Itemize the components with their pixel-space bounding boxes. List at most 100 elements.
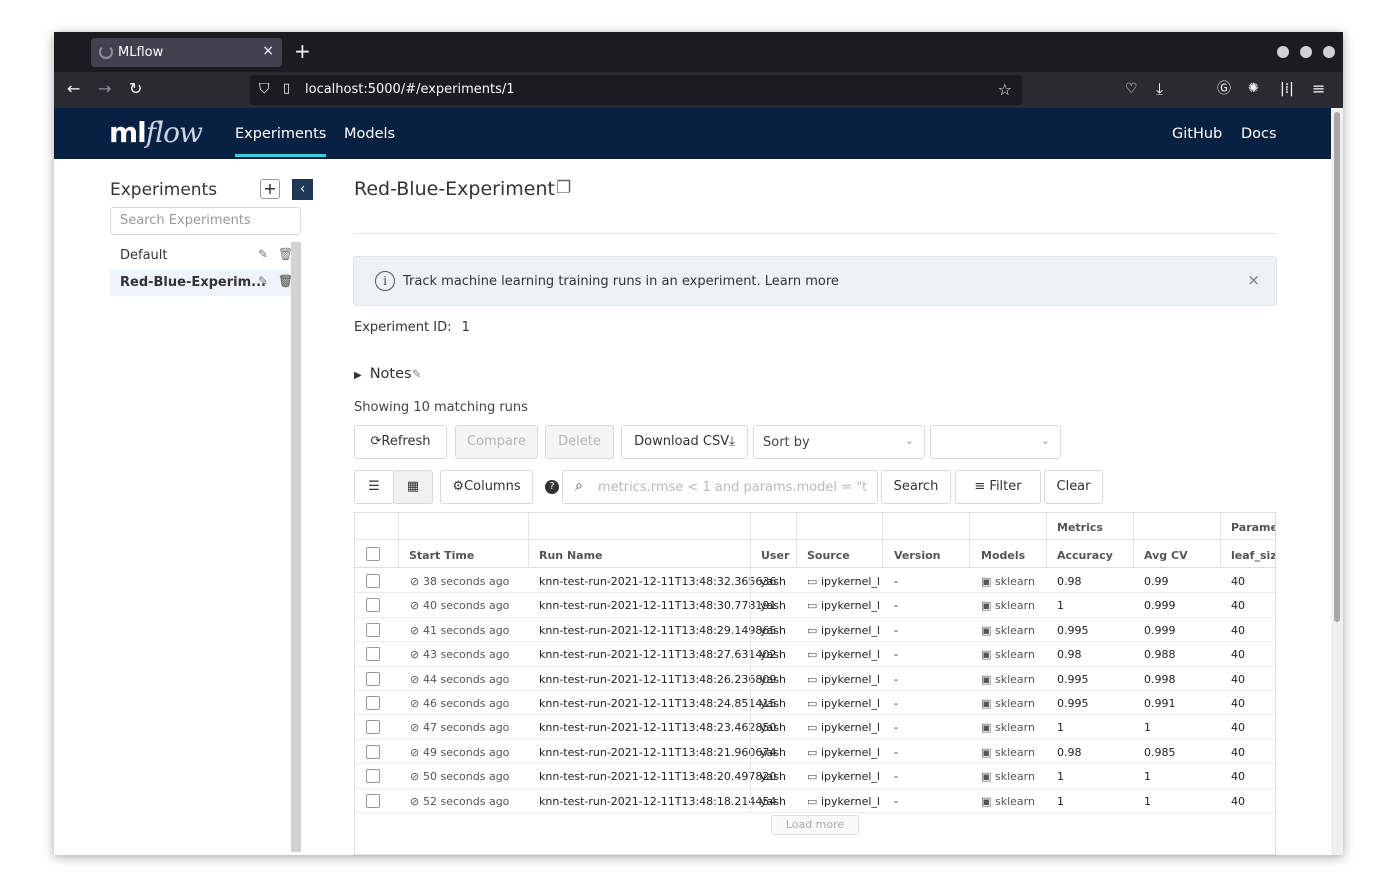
- row-checkbox[interactable]: [366, 793, 380, 808]
- clear-button[interactable]: Clear: [1044, 470, 1103, 504]
- reload-icon[interactable]: ↻: [129, 79, 142, 99]
- back-icon[interactable]: ←: [67, 79, 80, 99]
- minimize-button[interactable]: [1277, 46, 1289, 58]
- load-more-button[interactable]: Load more: [771, 815, 859, 835]
- cell-source[interactable]: ipykernel_l: [821, 624, 880, 637]
- download-icon[interactable]: ⤓: [1156, 79, 1163, 99]
- list-view-button[interactable]: ☰: [354, 470, 394, 504]
- sidebar-scrollbar[interactable]: [291, 242, 301, 852]
- cell-run-name[interactable]: knn-test-run-2021-12-11T13:48:30.778191: [539, 599, 776, 612]
- cell-run-name[interactable]: knn-test-run-2021-12-11T13:48:32.365636: [539, 575, 776, 588]
- cell-run-name[interactable]: knn-test-run-2021-12-11T13:48:18.214454: [539, 795, 776, 808]
- cell-model[interactable]: sklearn: [995, 795, 1035, 808]
- page-scrollbar[interactable]: [1331, 108, 1343, 855]
- cell-run-name[interactable]: knn-test-run-2021-12-11T13:48:24.851415: [539, 697, 776, 710]
- table-row[interactable]: ⊘ ▭ ▣ 43 seconds ago knn-test-run-2021-12-11…: [355, 642, 1275, 667]
- row-checkbox[interactable]: [366, 696, 380, 710]
- cell-run-name[interactable]: knn-test-run-2021-12-11T13:48:26.236809: [539, 673, 776, 686]
- cell-model[interactable]: sklearn: [995, 648, 1035, 661]
- cell-run-name[interactable]: knn-test-run-2021-12-11T13:48:29.149865: [539, 624, 776, 637]
- cell-source[interactable]: ipykernel_l: [821, 599, 880, 612]
- cell-source[interactable]: ipykernel_l: [821, 673, 880, 686]
- cell-model[interactable]: sklearn: [995, 746, 1035, 759]
- row-checkbox[interactable]: [366, 720, 380, 735]
- runs-search-input[interactable]: ⌕ metrics.rmse < 1 and params.model = "t…: [562, 470, 878, 504]
- cell-model[interactable]: sklearn: [995, 697, 1035, 710]
- grid-view-button[interactable]: ▦: [393, 470, 433, 504]
- browser-tab[interactable]: MLflow ×: [91, 38, 282, 67]
- select-all-checkbox[interactable]: [366, 547, 380, 561]
- table-row[interactable]: ⊘ ▭ ▣ 52 seconds ago knn-test-run-2021-12-11…: [355, 789, 1275, 813]
- nav-docs[interactable]: Docs: [1241, 126, 1277, 142]
- nav-github[interactable]: GitHub: [1172, 126, 1222, 142]
- cell-run-name[interactable]: knn-test-run-2021-12-11T13:48:21.960674: [539, 746, 776, 759]
- cell-source[interactable]: ipykernel_l: [821, 575, 880, 588]
- nav-experiments[interactable]: Experiments: [235, 126, 327, 157]
- cell-source[interactable]: ipykernel_l: [821, 746, 880, 759]
- mlflow-logo[interactable]: mlflow: [109, 116, 203, 149]
- cell-model[interactable]: sklearn: [995, 770, 1035, 783]
- row-checkbox[interactable]: [366, 647, 380, 662]
- table-row[interactable]: ⊘ ▭ ▣ 41 seconds ago knn-test-run-2021-12-11…: [355, 618, 1275, 643]
- bookmark-star-icon[interactable]: ☆: [998, 80, 1012, 99]
- cell-run-name[interactable]: knn-test-run-2021-12-11T13:48:27.631402: [539, 648, 776, 661]
- sort-by-select[interactable]: Sort by ⌄: [753, 425, 925, 459]
- search-experiments-input[interactable]: Search Experiments: [110, 207, 301, 235]
- table-row[interactable]: ⊘ ▭ ▣ 50 seconds ago knn-test-run-2021-12-11…: [355, 764, 1275, 789]
- col-user[interactable]: User: [761, 549, 789, 562]
- address-bar[interactable]: ⛉ ▯ localhost:5000/#/experiments/1 ☆: [250, 75, 1022, 105]
- filter-button[interactable]: ≡ Filter: [955, 470, 1041, 504]
- edit-icon[interactable]: ✎: [258, 274, 268, 288]
- columns-button[interactable]: ⚙Columns: [440, 470, 533, 504]
- cell-model[interactable]: sklearn: [995, 673, 1035, 686]
- search-button[interactable]: Search: [881, 470, 951, 504]
- collapse-sidebar-button[interactable]: ‹: [292, 179, 313, 200]
- pocket-icon[interactable]: ♡: [1125, 79, 1138, 99]
- cell-source[interactable]: ipykernel_l: [821, 697, 880, 710]
- table-row[interactable]: ⊘ ▭ ▣ 47 seconds ago knn-test-run-2021-12-11…: [355, 715, 1275, 740]
- cell-model[interactable]: sklearn: [995, 721, 1035, 734]
- download-csv-button[interactable]: Download CSV⤓: [621, 425, 748, 459]
- nav-models[interactable]: Models: [344, 126, 395, 142]
- refresh-button[interactable]: ⟳Refresh: [354, 425, 447, 459]
- row-checkbox[interactable]: [366, 744, 380, 759]
- reader-icon[interactable]: |⁞|: [1280, 79, 1294, 99]
- tab-close-icon[interactable]: ×: [262, 43, 274, 59]
- shield-icon[interactable]: ⛉: [259, 81, 270, 97]
- table-row[interactable]: ⊘ ▭ ▣ 40 seconds ago knn-test-run-2021-12-11…: [355, 593, 1275, 618]
- cell-source[interactable]: ipykernel_l: [821, 648, 880, 661]
- close-alert-icon[interactable]: ×: [1247, 271, 1260, 289]
- notes-toggle[interactable]: ▶ Notes✎: [354, 366, 422, 382]
- row-checkbox[interactable]: [366, 574, 380, 588]
- edit-notes-icon[interactable]: ✎: [412, 367, 422, 381]
- extension-g-icon[interactable]: Ⓖ: [1217, 79, 1231, 99]
- copy-icon[interactable]: ❐: [556, 178, 571, 198]
- cell-source[interactable]: ipykernel_l: [821, 795, 880, 808]
- add-experiment-button[interactable]: +: [260, 179, 280, 199]
- help-icon[interactable]: ?: [545, 480, 559, 494]
- cell-run-name[interactable]: knn-test-run-2021-12-11T13:48:23.462850: [539, 721, 776, 734]
- edit-icon[interactable]: ✎: [258, 247, 268, 261]
- new-tab-button[interactable]: +: [294, 41, 311, 61]
- row-checkbox[interactable]: [366, 769, 380, 784]
- cell-source[interactable]: ipykernel_l: [821, 721, 880, 734]
- col-accuracy[interactable]: Accuracy: [1057, 549, 1113, 562]
- cell-source[interactable]: ipykernel_l: [821, 770, 880, 783]
- url-text[interactable]: localhost:5000/#/experiments/1: [305, 82, 515, 97]
- delete-button[interactable]: Delete: [545, 425, 614, 459]
- col-start-time[interactable]: Start Time: [409, 549, 474, 562]
- row-checkbox[interactable]: [366, 622, 380, 637]
- forward-icon[interactable]: →: [98, 79, 111, 99]
- col-leaf-size[interactable]: leaf_size: [1231, 549, 1275, 562]
- table-row[interactable]: ⊘ ▭ ▣ 44 seconds ago knn-test-run-2021-12-11…: [355, 667, 1275, 691]
- table-row[interactable]: ⊘ ▭ ▣ 38 seconds ago knn-test-run-2021-12-11…: [355, 569, 1275, 594]
- cell-model[interactable]: sklearn: [995, 599, 1035, 612]
- col-avg-cv[interactable]: Avg CV: [1144, 549, 1188, 562]
- sidebar-item-red-blue[interactable]: Red-Blue-Experim... ✎ 🗑: [110, 270, 293, 296]
- col-version[interactable]: Version: [894, 549, 941, 562]
- close-window-button[interactable]: [1323, 46, 1335, 58]
- sort-order-select[interactable]: ⌄: [930, 425, 1061, 459]
- table-row[interactable]: ⊘ ▭ ▣ 49 seconds ago knn-test-run-2021-12-11…: [355, 740, 1275, 765]
- compare-button[interactable]: Compare: [455, 425, 538, 459]
- table-row[interactable]: ⊘ ▭ ▣ 46 seconds ago knn-test-run-2021-12-11…: [355, 691, 1275, 716]
